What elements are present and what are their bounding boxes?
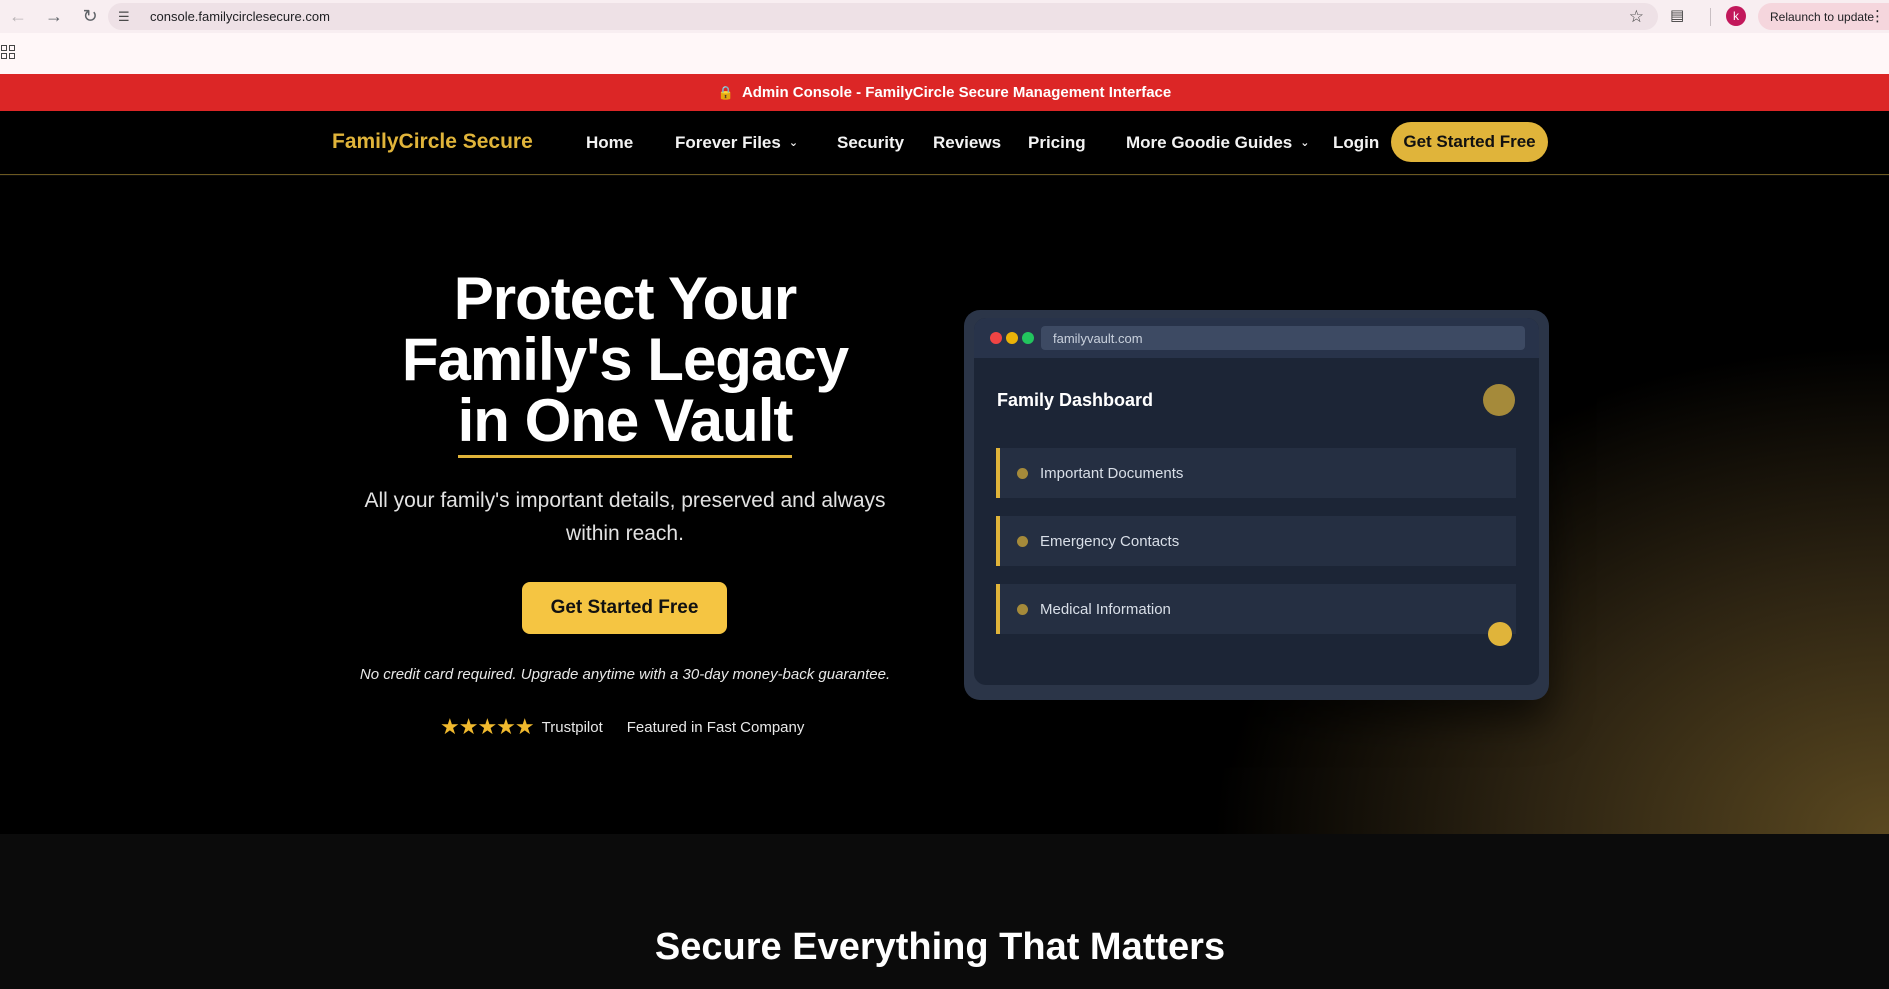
trustpilot-label: Trustpilot bbox=[541, 718, 603, 736]
hero-title-line3: in One Vault bbox=[457, 390, 793, 458]
nav-security[interactable]: Security bbox=[837, 133, 904, 153]
mockup-url: familyvault.com bbox=[1041, 326, 1525, 350]
dashboard-mockup: familyvault.com Family Dashboard Importa… bbox=[964, 310, 1549, 700]
relaunch-button[interactable]: Relaunch to update ⋮ bbox=[1758, 3, 1889, 30]
bullet-icon bbox=[1017, 467, 1028, 479]
mockup-avatar bbox=[1483, 384, 1515, 416]
mockup-list-item: Medical Information bbox=[996, 584, 1516, 634]
mockup-list-item: Important Documents bbox=[996, 448, 1516, 498]
features-section: Secure Everything That Matters bbox=[0, 834, 1889, 989]
apps-grid-icon[interactable] bbox=[1, 45, 15, 59]
nav-forever-files[interactable]: Forever Files ⌄ bbox=[675, 133, 798, 153]
address-bar[interactable]: ☰ console.familycirclesecure.com ☆ bbox=[108, 3, 1658, 30]
bullet-icon bbox=[1017, 535, 1028, 547]
browser-menu-icon[interactable]: ⋮ bbox=[1870, 7, 1885, 25]
profile-avatar[interactable]: k bbox=[1726, 6, 1746, 26]
trust-row: ★★★★★ Trustpilot Featured in Fast Compan… bbox=[440, 714, 805, 739]
hero-note: No credit card required. Upgrade anytime… bbox=[359, 666, 891, 683]
mockup-titlebar: familyvault.com bbox=[974, 318, 1539, 358]
hero-get-started-button[interactable]: Get Started Free bbox=[522, 582, 727, 634]
bookmarks-bar bbox=[0, 33, 1889, 74]
admin-banner: 🔒 Admin Console - FamilyCircle Secure Ma… bbox=[0, 74, 1889, 111]
bullet-icon bbox=[1017, 603, 1028, 615]
mockup-list-item: Emergency Contacts bbox=[996, 516, 1516, 566]
mockup-item-label: Emergency Contacts bbox=[1040, 532, 1180, 550]
mockup-title: Family Dashboard bbox=[997, 390, 1154, 410]
nav-get-started-button[interactable]: Get Started Free bbox=[1391, 122, 1548, 162]
nav-forever-files-label: Forever Files bbox=[675, 133, 781, 152]
back-icon[interactable]: ← bbox=[0, 0, 36, 33]
nav-login[interactable]: Login bbox=[1333, 133, 1379, 153]
yellow-dot-icon bbox=[1006, 332, 1018, 344]
relaunch-label: Relaunch to update bbox=[1770, 9, 1875, 24]
site-navbar: FamilyCircle Secure Home Forever Files ⌄ … bbox=[0, 111, 1889, 175]
hero-title: Protect Your Family's Legacy in One Vaul… bbox=[340, 268, 910, 458]
nav-reviews[interactable]: Reviews bbox=[933, 133, 1001, 153]
hero-subtitle: All your family's important details, pre… bbox=[364, 489, 886, 545]
mockup-item-label: Important Documents bbox=[1040, 464, 1184, 482]
rating-stars-icon: ★★★★★ bbox=[440, 714, 535, 739]
toolbar-divider bbox=[1710, 8, 1711, 26]
hero-title-line1: Protect Your bbox=[453, 265, 798, 332]
address-url[interactable]: console.familycirclesecure.com bbox=[150, 9, 330, 24]
red-dot-icon bbox=[990, 332, 1002, 344]
reload-icon[interactable]: ↻ bbox=[72, 0, 108, 33]
chevron-down-icon: ⌄ bbox=[1300, 137, 1310, 149]
nav-home[interactable]: Home bbox=[586, 133, 633, 153]
lock-icon: 🔒 bbox=[717, 84, 734, 100]
admin-banner-text: Admin Console - FamilyCircle Secure Mana… bbox=[741, 84, 1172, 101]
nav-pricing[interactable]: Pricing bbox=[1028, 133, 1086, 153]
search-tab-icon[interactable]: ▤ bbox=[1670, 6, 1692, 26]
mockup-fab bbox=[1488, 622, 1512, 646]
chevron-down-icon: ⌄ bbox=[788, 137, 799, 149]
green-dot-icon bbox=[1022, 332, 1034, 344]
forward-icon[interactable]: → bbox=[36, 0, 72, 33]
mockup-window: familyvault.com Family Dashboard Importa… bbox=[974, 318, 1539, 685]
site-info-icon[interactable]: ☰ bbox=[118, 9, 144, 25]
bookmark-star-icon[interactable]: ☆ bbox=[1629, 7, 1644, 27]
hero-title-line2: Family's Legacy bbox=[401, 326, 849, 393]
section-title: Secure Everything That Matters bbox=[654, 926, 1226, 968]
featured-label: Featured in Fast Company bbox=[626, 718, 805, 736]
nav-more-goodie-guides-label: More Goodie Guides bbox=[1126, 133, 1293, 152]
nav-more-goodie-guides[interactable]: More Goodie Guides ⌄ bbox=[1126, 133, 1309, 153]
mockup-item-label: Medical Information bbox=[1040, 600, 1171, 618]
brand-logo[interactable]: FamilyCircle Secure bbox=[332, 130, 533, 154]
hero-section: Protect Your Family's Legacy in One Vaul… bbox=[0, 176, 1889, 834]
